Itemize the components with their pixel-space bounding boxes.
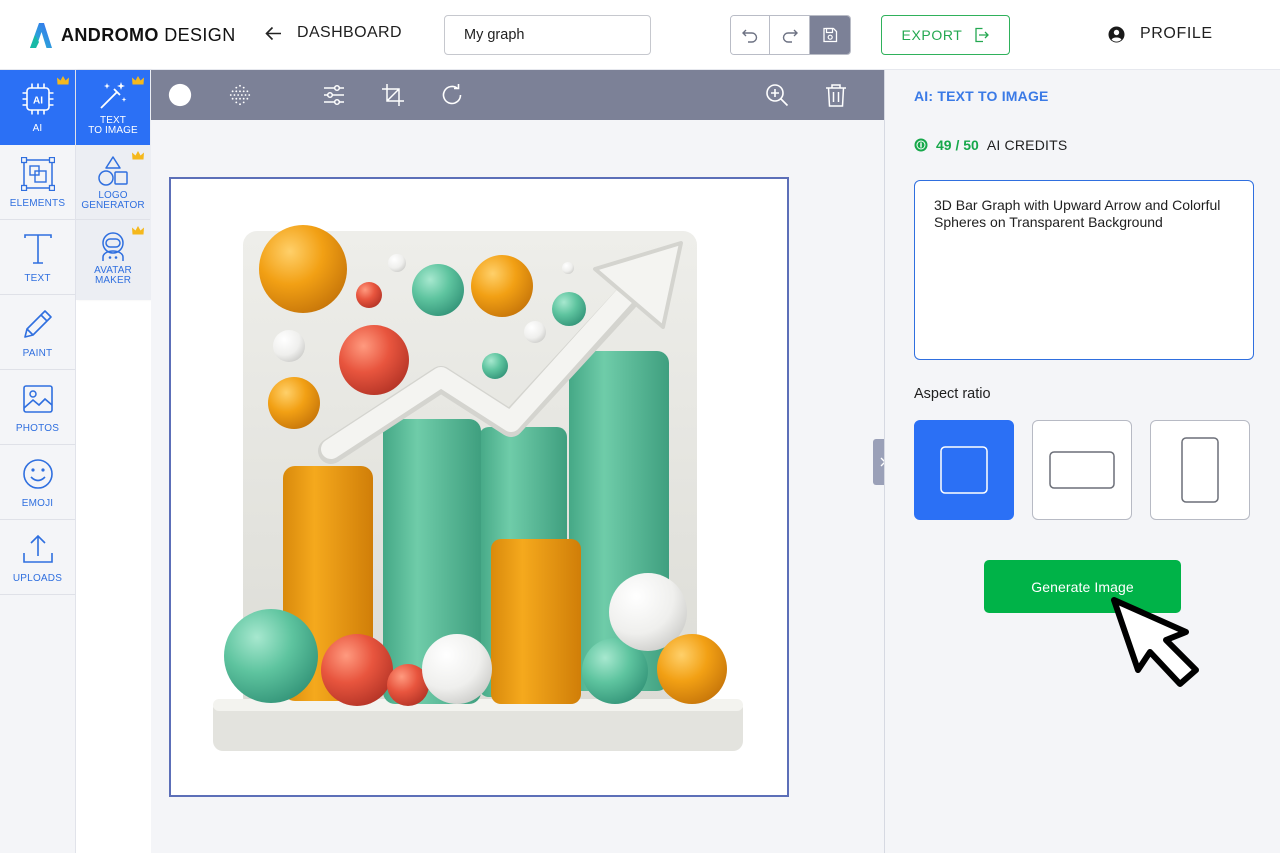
top-bar: ANDROMO DESIGN DASHBOARD EXPORT PROFILE	[0, 0, 1280, 70]
undo-button[interactable]	[731, 16, 771, 54]
back-to-dashboard-link[interactable]: DASHBOARD	[265, 24, 402, 42]
crown-icon	[132, 151, 144, 160]
export-icon	[975, 27, 990, 43]
tool-logo-generator[interactable]: LOGO GENERATOR	[76, 145, 150, 220]
dots-pattern-icon	[229, 84, 251, 106]
pencil-icon	[23, 310, 52, 338]
rail-item-paint[interactable]: PAINT	[0, 295, 75, 370]
brand-name: ANDROMO DESIGN	[61, 24, 236, 45]
aspect-ratio-label: Aspect ratio	[914, 386, 991, 402]
rail-label-text: TEXT	[24, 273, 51, 284]
rail-item-photos[interactable]: PHOTOS	[0, 370, 75, 445]
export-label: EXPORT	[901, 27, 963, 43]
tool-label-logo-generator: LOGO GENERATOR	[81, 190, 145, 211]
redo-icon	[782, 29, 798, 43]
rail-label-photos: PHOTOS	[15, 423, 60, 434]
rail-item-text[interactable]: TEXT	[0, 220, 75, 295]
adjust-button[interactable]	[321, 82, 347, 108]
generate-image-label: Generate Image	[1031, 578, 1134, 595]
fill-color-button[interactable]	[167, 82, 193, 108]
profile-label: PROFILE	[1140, 25, 1213, 42]
redo-button[interactable]	[770, 16, 810, 54]
rail-item-ai[interactable]: AI AI	[0, 70, 75, 145]
rail-label-emoji: EMOJI	[21, 498, 54, 509]
arrow-left-icon	[265, 26, 281, 40]
rail-label-ai: AI	[32, 123, 43, 134]
tool-label-avatar-maker: AVATAR MAKER	[94, 265, 132, 286]
landscape-ratio-icon	[1049, 451, 1115, 489]
document-name-input[interactable]	[444, 15, 651, 55]
prompt-textarea[interactable]: 3D Bar Graph with Upward Arrow and Color…	[914, 180, 1254, 360]
shapes-icon	[98, 156, 128, 186]
rail-label-uploads: UPLOADS	[12, 573, 63, 584]
left-tool-rail: AI AI ELEMENTS TEXT PAINT PHOTOS EMOJI U…	[0, 70, 76, 853]
rotate-icon	[442, 84, 462, 105]
trash-icon	[826, 84, 846, 107]
crown-icon	[132, 76, 144, 85]
canvas-toolbar	[151, 70, 884, 120]
ai-tools-panel: TEXT TO IMAGE LOGO GENERATOR AVATAR MAKER	[76, 70, 151, 300]
rail-item-elements[interactable]: ELEMENTS	[0, 145, 75, 220]
tool-text-to-image[interactable]: TEXT TO IMAGE	[76, 70, 150, 145]
color-swatch-icon	[168, 83, 192, 107]
history-controls	[730, 15, 851, 55]
zoom-in-icon	[766, 84, 789, 107]
portrait-ratio-icon	[1181, 437, 1219, 503]
user-avatar-icon	[1108, 26, 1125, 42]
tool-avatar-maker[interactable]: AVATAR MAKER	[76, 220, 150, 300]
aspect-square-option[interactable]	[914, 420, 1014, 520]
generated-image	[213, 225, 743, 751]
ai-credits: 49 / 50 AI CREDITS	[914, 137, 1067, 153]
save-icon	[823, 27, 837, 43]
credits-value: 49 / 50	[936, 137, 979, 153]
zoom-in-button[interactable]	[764, 82, 790, 108]
pattern-button[interactable]	[227, 82, 253, 108]
rail-label-paint: PAINT	[22, 348, 53, 359]
image-icon	[22, 385, 53, 413]
back-label: DASHBOARD	[297, 24, 402, 41]
crown-icon	[57, 76, 69, 85]
aspect-landscape-option[interactable]	[1032, 420, 1132, 520]
elements-icon	[20, 157, 55, 191]
tool-label-text-to-image: TEXT TO IMAGE	[88, 115, 138, 136]
astronaut-icon	[102, 232, 124, 261]
aspect-portrait-option[interactable]	[1150, 420, 1250, 520]
save-button[interactable]	[809, 16, 850, 54]
andromo-logo[interactable]: ANDROMO DESIGN	[28, 20, 236, 50]
rotate-button[interactable]	[439, 82, 465, 108]
delete-button[interactable]	[823, 82, 849, 108]
crop-button[interactable]	[380, 82, 406, 108]
rail-item-uploads[interactable]: UPLOADS	[0, 520, 75, 595]
svg-text:AI: AI	[33, 96, 43, 107]
adjust-sliders-icon	[324, 84, 344, 106]
text-icon	[23, 234, 52, 264]
smiley-icon	[22, 459, 53, 489]
rail-label-elements: ELEMENTS	[9, 198, 66, 209]
ai-chip-icon: AI	[22, 83, 53, 115]
square-ratio-icon	[940, 446, 988, 494]
panel-title: AI: TEXT TO IMAGE	[914, 88, 1049, 104]
mouse-pointer-icon	[1111, 597, 1199, 687]
crown-icon	[132, 226, 144, 235]
andromo-logo-icon	[30, 23, 52, 48]
profile-menu[interactable]: PROFILE	[1108, 25, 1213, 43]
undo-icon	[742, 29, 758, 43]
upload-icon	[22, 534, 53, 563]
credit-coin-icon	[914, 138, 928, 152]
credits-label: AI CREDITS	[986, 137, 1068, 153]
export-button[interactable]: EXPORT	[881, 15, 1010, 55]
magic-wand-icon	[100, 82, 127, 109]
design-canvas[interactable]	[169, 177, 789, 797]
rail-item-emoji[interactable]: EMOJI	[0, 445, 75, 520]
crop-icon	[382, 84, 404, 106]
